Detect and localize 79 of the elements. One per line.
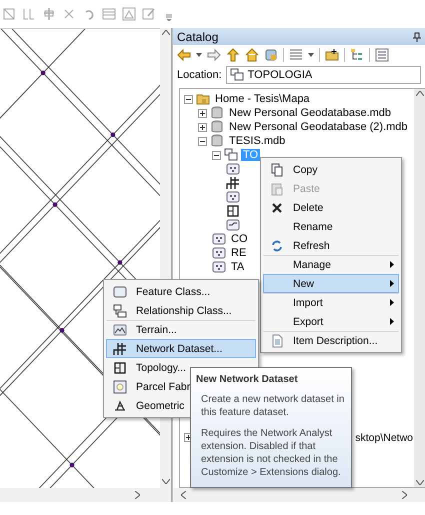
- scroll-left-icon[interactable]: [181, 491, 186, 499]
- tooltip-text: Create a new network dataset in this feature dataset.: [200, 393, 346, 419]
- document-icon: [270, 334, 284, 348]
- menu-item[interactable]: New: [263, 274, 399, 293]
- submenu-arrow-icon: [390, 318, 394, 325]
- point-class-icon: [226, 162, 240, 176]
- line-class-icon: [226, 218, 240, 232]
- database-icon[interactable]: [264, 48, 278, 62]
- expander-icon[interactable]: [198, 136, 207, 146]
- scroll-down-icon[interactable]: [162, 479, 170, 484]
- tree-item[interactable]: Home - Tesis\Mapa: [213, 93, 312, 105]
- point-class-icon: [212, 260, 226, 274]
- menu-item[interactable]: Import: [263, 293, 399, 312]
- menu-item[interactable]: Rename: [263, 217, 399, 236]
- network-icon: [226, 176, 240, 190]
- tree-item[interactable]: New Personal Geodatabase.mdb: [227, 107, 394, 119]
- database-icon: [210, 120, 224, 134]
- submenu-arrow-icon: [390, 280, 394, 287]
- tooltip-title: New Network Dataset: [196, 374, 299, 385]
- menu-item[interactable]: Delete: [263, 198, 399, 217]
- tree-item[interactable]: TESIS.mdb: [227, 135, 288, 147]
- scroll-up-icon[interactable]: [162, 30, 170, 35]
- tree-item[interactable]: RE: [229, 247, 248, 259]
- expander-icon[interactable]: [198, 122, 207, 132]
- panel-title: Catalog: [177, 30, 218, 44]
- expander-icon[interactable]: [212, 150, 221, 160]
- scroll-right-icon[interactable]: [135, 491, 140, 499]
- point-class-icon: [226, 190, 240, 204]
- dataset-icon: [224, 148, 238, 162]
- dataset-icon: [230, 68, 244, 82]
- tree-item[interactable]: TA: [229, 261, 246, 273]
- clipboard-icon: [270, 182, 284, 196]
- menu-item[interactable]: Copy: [263, 160, 399, 179]
- refresh-icon: [270, 238, 284, 252]
- menu-item[interactable]: Item Description...: [263, 331, 399, 350]
- location-field[interactable]: TOPOLOGIA: [226, 66, 421, 84]
- submenu-arrow-icon: [390, 299, 394, 306]
- list-view-icon[interactable]: [375, 48, 389, 62]
- menu-item[interactable]: Export: [263, 312, 399, 331]
- scroll-down-icon[interactable]: [416, 480, 424, 485]
- tree-item[interactable]: CO: [229, 233, 250, 245]
- menu-item[interactable]: Refresh: [263, 236, 399, 255]
- parcel-icon: [113, 380, 127, 394]
- expander-icon[interactable]: [198, 108, 207, 118]
- database-icon: [210, 134, 224, 148]
- menu-item[interactable]: Relationship Class...: [106, 301, 256, 320]
- tree-item[interactable]: sktop\Netwo: [355, 432, 413, 444]
- caret-icon[interactable]: [308, 53, 314, 57]
- scroll-right-icon[interactable]: [402, 491, 407, 499]
- tooltip-text: Requires the Network Analyst extension. Disabled if that extension is not checked in the Customize > Extensions dialog.: [200, 427, 342, 479]
- home-icon[interactable]: [245, 48, 259, 62]
- point-class-icon: [212, 232, 226, 246]
- pin-icon[interactable]: [413, 32, 421, 42]
- menu-item[interactable]: Network Dataset...: [106, 339, 256, 358]
- close-icon: [270, 200, 284, 214]
- caret-icon[interactable]: [196, 53, 202, 57]
- database-icon: [210, 106, 224, 120]
- tree-item[interactable]: New Personal Geodatabase (2).mdb: [227, 121, 410, 133]
- menu-item[interactable]: Feature Class...: [106, 282, 256, 301]
- copy-icon: [270, 162, 284, 176]
- geometric-network-icon: [113, 398, 127, 412]
- forward-arrow-icon[interactable]: [207, 48, 221, 62]
- location-label: Location:: [177, 69, 222, 81]
- expander-icon[interactable]: [184, 94, 193, 104]
- topology-icon: [226, 204, 240, 218]
- tree-view-icon[interactable]: [350, 48, 364, 62]
- rectangle-icon: [113, 284, 127, 298]
- folder-icon: [196, 92, 210, 106]
- terrain-icon: [113, 322, 127, 336]
- submenu-arrow-icon: [390, 261, 394, 268]
- topology-icon: [113, 360, 127, 374]
- scroll-up-icon[interactable]: [416, 91, 424, 96]
- folder-add-icon[interactable]: [325, 48, 339, 62]
- point-class-icon: [212, 246, 226, 260]
- relationship-icon: [113, 304, 127, 318]
- up-arrow-icon[interactable]: [226, 48, 240, 62]
- grid-view-icon[interactable]: [289, 48, 303, 62]
- back-arrow-icon[interactable]: [177, 48, 191, 62]
- network-icon: [113, 342, 127, 356]
